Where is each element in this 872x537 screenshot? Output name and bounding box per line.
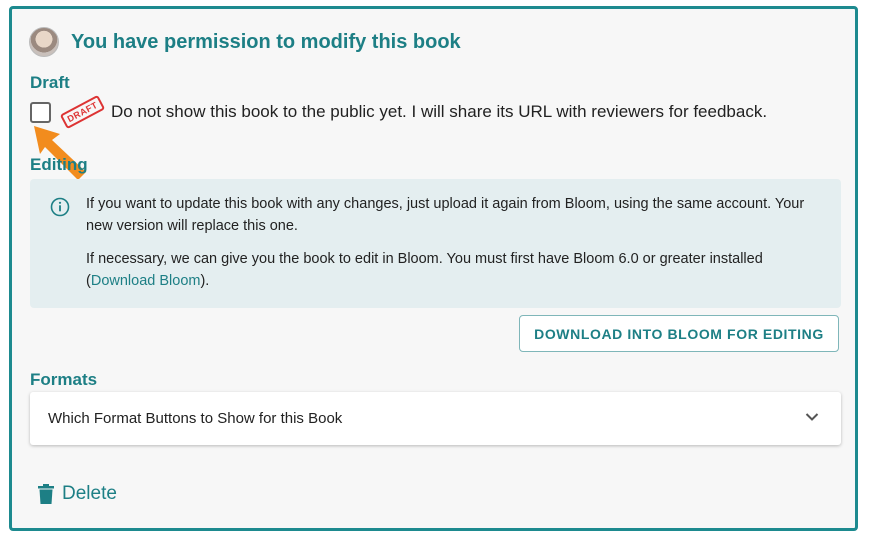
formats-accordion-label: Which Format Buttons to Show for this Bo… bbox=[48, 410, 343, 427]
delete-label: Delete bbox=[62, 483, 117, 504]
info-download-text: If necessary, we can give you the book t… bbox=[86, 248, 826, 292]
download-into-bloom-button[interactable]: DOWNLOAD INTO BLOOM FOR EDITING bbox=[519, 315, 839, 352]
formats-accordion[interactable]: Which Format Buttons to Show for this Bo… bbox=[30, 392, 841, 445]
user-avatar bbox=[29, 27, 59, 57]
trash-icon bbox=[38, 484, 54, 504]
editing-section-label: Editing bbox=[30, 155, 88, 174]
download-bloom-link[interactable]: Download Bloom bbox=[91, 273, 201, 289]
panel-header: You have permission to modify this book bbox=[29, 27, 461, 57]
draft-stamp-icon: DRAFT bbox=[59, 94, 106, 130]
permission-panel: You have permission to modify this book … bbox=[9, 6, 858, 531]
info-download-suffix: ). bbox=[200, 273, 210, 289]
info-icon bbox=[50, 197, 70, 217]
chevron-down-icon[interactable] bbox=[805, 412, 819, 422]
formats-section-label: Formats bbox=[30, 370, 98, 389]
draft-checkbox[interactable] bbox=[30, 101, 51, 123]
pointer-arrow-icon bbox=[34, 126, 86, 180]
panel-title: You have permission to modify this book bbox=[71, 30, 461, 53]
draft-row: DRAFT Do not show this book to the publi… bbox=[30, 94, 768, 130]
delete-button[interactable]: Delete bbox=[38, 483, 117, 505]
info-update-text: If you want to update this book with any… bbox=[86, 196, 805, 234]
draft-section-label: Draft bbox=[30, 73, 70, 92]
editing-info-box: If you want to update this book with any… bbox=[30, 179, 841, 308]
draft-description: Do not show this book to the public yet.… bbox=[111, 102, 768, 121]
